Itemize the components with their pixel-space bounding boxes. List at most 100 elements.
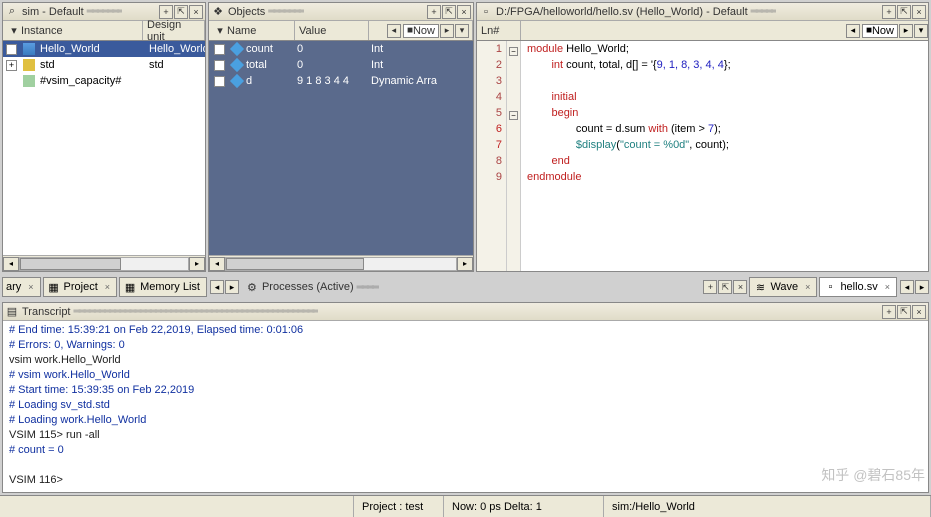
tab-scroll-left[interactable]: ◂ bbox=[210, 280, 224, 294]
transcript-add-button[interactable]: + bbox=[882, 305, 896, 319]
instance-vsim-capacity[interactable]: #vsim_capacity# bbox=[3, 73, 205, 89]
module-icon bbox=[23, 43, 35, 55]
source-prev-button[interactable]: ◂ bbox=[846, 24, 860, 38]
scroll-thumb[interactable] bbox=[20, 258, 121, 270]
file-icon: ▫ bbox=[479, 5, 493, 19]
close-icon[interactable]: × bbox=[885, 282, 890, 292]
fold-gutter: − − bbox=[507, 41, 521, 271]
status-project: Project : test bbox=[354, 496, 444, 517]
scroll-left-button[interactable]: ◂ bbox=[209, 257, 225, 271]
source-editor[interactable]: 1 2 3 4 5 6 7 8 9 − − module Hel bbox=[477, 41, 928, 271]
expand-icon[interactable]: + bbox=[214, 60, 225, 71]
expand-icon[interactable]: + bbox=[214, 76, 225, 87]
processes-add-button[interactable]: + bbox=[703, 280, 717, 294]
source-code[interactable]: module Hello_World; int count, total, d[… bbox=[521, 41, 737, 271]
instance-hello-world[interactable]: − Hello_World Hello_World bbox=[3, 41, 205, 57]
sim-hscroll[interactable]: ◂ ▸ bbox=[3, 255, 205, 271]
expand-icon[interactable]: − bbox=[6, 44, 17, 55]
sim-header: ▾Instance Design unit bbox=[3, 21, 205, 41]
objects-add-button[interactable]: + bbox=[427, 5, 441, 19]
project-icon: ▦ bbox=[47, 280, 61, 294]
sim-close-button[interactable]: × bbox=[189, 5, 203, 19]
sim-title: ⌕ sim - Default ═══════ bbox=[5, 5, 122, 19]
object-count[interactable]: +count 0 Int bbox=[209, 41, 473, 57]
tab-library[interactable]: ary× bbox=[2, 277, 41, 297]
status-scope: sim:/Hello_World bbox=[604, 496, 931, 517]
signal-icon bbox=[230, 58, 244, 72]
tab-scroll-right[interactable]: ▸ bbox=[915, 280, 929, 294]
transcript-close-button[interactable]: × bbox=[912, 305, 926, 319]
tab-wave[interactable]: ≋Wave× bbox=[749, 277, 817, 297]
objects-icon: ❖ bbox=[211, 5, 225, 19]
tab-scroll-right[interactable]: ▸ bbox=[225, 280, 239, 294]
objects-undock-button[interactable]: ⇱ bbox=[442, 5, 456, 19]
transcript-title-bar: ▤ Transcript ═══════════════════════════… bbox=[3, 303, 928, 321]
fold-button[interactable]: − bbox=[509, 47, 518, 56]
fold-button[interactable]: − bbox=[509, 111, 518, 120]
source-menu-button[interactable]: ▾ bbox=[914, 24, 928, 38]
status-bar: Project : test Now: 0 ps Delta: 1 sim:/H… bbox=[0, 495, 931, 517]
scroll-right-button[interactable]: ▸ bbox=[457, 257, 473, 271]
source-add-button[interactable]: + bbox=[882, 5, 896, 19]
scroll-thumb[interactable] bbox=[226, 258, 364, 270]
processes-close-button[interactable]: × bbox=[733, 280, 747, 294]
expand-icon[interactable]: + bbox=[6, 60, 17, 71]
right-tab-strip: ≋Wave× ▫hello.sv× ◂ ▸ bbox=[749, 277, 929, 297]
tab-hello-sv[interactable]: ▫hello.sv× bbox=[819, 277, 897, 297]
sim-add-button[interactable]: + bbox=[159, 5, 173, 19]
line-number-gutter: 1 2 3 4 5 6 7 8 9 bbox=[477, 41, 507, 271]
sim-icon: ⌕ bbox=[5, 5, 19, 19]
transcript-title: ▤ Transcript ═══════════════════════════… bbox=[5, 305, 318, 319]
signal-icon bbox=[230, 42, 244, 56]
processes-title: ⚙ Processes (Active) ════ + ⇱ × bbox=[245, 280, 747, 294]
transcript-output[interactable]: # End time: 15:39:21 on Feb 22,2019, Ela… bbox=[3, 321, 928, 492]
close-icon[interactable]: × bbox=[28, 282, 33, 292]
objects-now-label: ■ Now bbox=[403, 24, 439, 38]
objects-list[interactable]: +count 0 Int +total 0 Int +d 9 1 8 3 4 4… bbox=[209, 41, 473, 255]
status-now: Now: 0 ps Delta: 1 bbox=[444, 496, 604, 517]
expand-icon[interactable]: + bbox=[214, 44, 225, 55]
scroll-right-button[interactable]: ▸ bbox=[189, 257, 205, 271]
objects-menu-button[interactable]: ▾ bbox=[455, 24, 469, 38]
source-undock-button[interactable]: ⇱ bbox=[897, 5, 911, 19]
objects-prev-button[interactable]: ◂ bbox=[387, 24, 401, 38]
source-next-button[interactable]: ▸ bbox=[899, 24, 913, 38]
transcript-undock-button[interactable]: ⇱ bbox=[897, 305, 911, 319]
source-title-bar: ▫ D:/FPGA/helloworld/hello.sv (Hello_Wor… bbox=[477, 3, 928, 21]
tab-memory-list[interactable]: ▦Memory List bbox=[119, 277, 207, 297]
file-icon: ▫ bbox=[823, 280, 837, 294]
objects-hscroll[interactable]: ◂ ▸ bbox=[209, 255, 473, 271]
transcript-icon: ▤ bbox=[5, 305, 19, 319]
transcript-panel: ▤ Transcript ═══════════════════════════… bbox=[2, 302, 929, 493]
object-d[interactable]: +d 9 1 8 3 4 4 Dynamic Arra bbox=[209, 73, 473, 89]
sim-panel: ⌕ sim - Default ═══════ + ⇱ × ▾Instance … bbox=[2, 2, 206, 272]
objects-title: ❖ Objects ═══════ bbox=[211, 5, 304, 19]
instance-std[interactable]: + std std bbox=[3, 57, 205, 73]
source-close-button[interactable]: × bbox=[912, 5, 926, 19]
source-title: ▫ D:/FPGA/helloworld/hello.sv (Hello_Wor… bbox=[479, 5, 776, 19]
objects-next-button[interactable]: ▸ bbox=[440, 24, 454, 38]
tab-scroll-left[interactable]: ◂ bbox=[900, 280, 914, 294]
sim-tree[interactable]: − Hello_World Hello_World + std std #vsi… bbox=[3, 41, 205, 255]
objects-close-button[interactable]: × bbox=[457, 5, 471, 19]
capacity-icon bbox=[23, 75, 35, 87]
source-panel: ▫ D:/FPGA/helloworld/hello.sv (Hello_Wor… bbox=[476, 2, 929, 272]
close-icon[interactable]: × bbox=[805, 282, 810, 292]
left-tab-strip: ary× ▦Project× ▦Memory List ◂ ▸ bbox=[2, 276, 239, 298]
gear-icon: ⚙ bbox=[245, 280, 259, 294]
objects-header: ▾Name Value ◂ ■ Now ▸ ▾ bbox=[209, 21, 473, 41]
package-icon bbox=[23, 59, 35, 71]
middle-bar: ary× ▦Project× ▦Memory List ◂ ▸ ⚙ Proces… bbox=[0, 274, 931, 300]
scroll-left-button[interactable]: ◂ bbox=[3, 257, 19, 271]
object-total[interactable]: +total 0 Int bbox=[209, 57, 473, 73]
objects-panel: ❖ Objects ═══════ + ⇱ × ▾Name Value ◂ ■ … bbox=[208, 2, 474, 272]
source-now-label: ■ Now bbox=[862, 24, 898, 38]
source-toolbar: Ln# ◂ ■ Now ▸ ▾ bbox=[477, 21, 928, 41]
processes-undock-button[interactable]: ⇱ bbox=[718, 280, 732, 294]
tab-project[interactable]: ▦Project× bbox=[43, 277, 118, 297]
signal-icon bbox=[230, 74, 244, 88]
objects-title-bar: ❖ Objects ═══════ + ⇱ × bbox=[209, 3, 473, 21]
sim-undock-button[interactable]: ⇱ bbox=[174, 5, 188, 19]
memory-icon: ▦ bbox=[123, 280, 137, 294]
close-icon[interactable]: × bbox=[105, 282, 110, 292]
